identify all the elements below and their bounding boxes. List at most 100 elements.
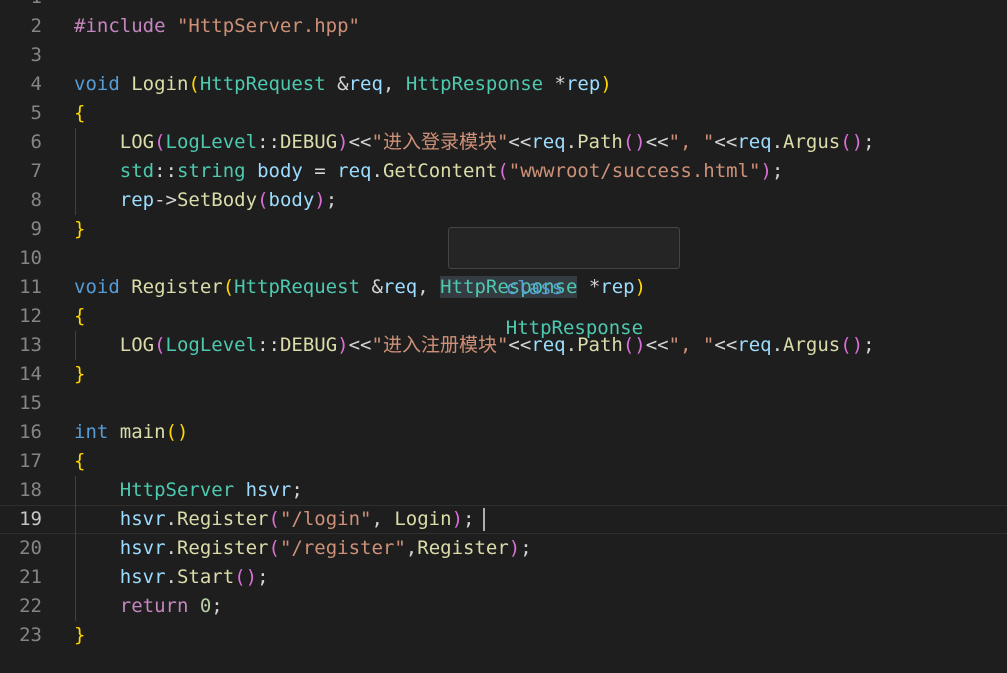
code-token: rep xyxy=(600,276,635,298)
code-token: ) xyxy=(337,334,349,356)
code-text[interactable]: } xyxy=(74,621,85,650)
code-token: . xyxy=(165,566,177,588)
code-token: ( xyxy=(268,508,280,530)
code-token: LOG xyxy=(119,131,155,153)
code-text[interactable]: { xyxy=(74,302,85,331)
code-line[interactable]: 2 #include "HttpServer.hpp" xyxy=(0,12,1007,41)
code-token: ( xyxy=(188,73,200,95)
text-cursor xyxy=(483,508,485,531)
code-token: req xyxy=(337,160,372,182)
code-token: string xyxy=(176,160,246,182)
code-token: hsvr xyxy=(119,537,166,559)
code-text[interactable]: { xyxy=(74,447,85,476)
code-line[interactable]: 3 xyxy=(0,41,1007,70)
code-token: "进入登录模块" xyxy=(371,131,509,153)
indent-guide xyxy=(75,476,76,621)
code-token: * xyxy=(577,276,601,298)
code-token: req xyxy=(348,73,383,95)
code-text[interactable]: int main() xyxy=(74,418,188,447)
code-token: #include xyxy=(74,15,177,37)
line-number: 16 xyxy=(19,421,42,443)
line-number: 20 xyxy=(19,537,42,559)
code-text[interactable]: hsvr.Start(); xyxy=(74,563,269,592)
code-token: ; xyxy=(257,566,269,588)
line-number: 19 xyxy=(19,508,42,530)
code-token: ( xyxy=(154,131,166,153)
code-token: ; xyxy=(863,334,875,356)
code-token: rep xyxy=(119,189,155,211)
code-token: () xyxy=(234,566,258,588)
code-text[interactable]: hsvr.Register("/login", Login); xyxy=(74,505,475,534)
line-number: 14 xyxy=(19,363,42,385)
code-line[interactable]: 21 hsvr.Start(); xyxy=(0,563,1007,592)
code-token: ( xyxy=(257,189,269,211)
code-token: void xyxy=(74,73,132,95)
code-editor[interactable]: 12#include "HttpServer.hpp"34void Login(… xyxy=(0,0,1007,673)
code-token: () xyxy=(840,131,864,153)
code-line[interactable]: 8 rep->SetBody(body); xyxy=(0,186,1007,215)
code-line[interactable]: 20 hsvr.Register("/register",Register); xyxy=(0,534,1007,563)
code-text[interactable]: hsvr.Register("/register",Register); xyxy=(74,534,532,563)
code-line[interactable]: 22 return 0; xyxy=(0,592,1007,621)
code-text[interactable]: std::string body = req.GetContent("wwwro… xyxy=(74,157,784,186)
code-line[interactable]: 7 std::string body = req.GetContent("www… xyxy=(0,157,1007,186)
code-token: ( xyxy=(222,276,235,298)
code-token: ", " xyxy=(668,131,715,153)
code-text[interactable]: } xyxy=(74,215,85,244)
code-token: , xyxy=(371,508,395,530)
code-token: HttpResponse xyxy=(405,73,544,95)
code-text[interactable]: LOG(LogLevel::DEBUG)<<"进入登录模块"<<req.Path… xyxy=(74,128,875,157)
code-line[interactable]: 15 xyxy=(0,389,1007,418)
code-text[interactable]: #include "HttpServer.hpp" xyxy=(74,12,360,41)
code-token: } xyxy=(74,624,86,646)
line-number: 11 xyxy=(19,276,42,298)
code-token: req xyxy=(382,276,418,298)
code-token: Register xyxy=(176,508,269,530)
code-token: hsvr xyxy=(245,479,292,501)
code-line[interactable]: 4 void Login(HttpRequest &req, HttpRespon… xyxy=(0,70,1007,99)
code-line[interactable]: 16 int main() xyxy=(0,418,1007,447)
code-line[interactable]: 5{ xyxy=(0,99,1007,128)
code-token: :: xyxy=(257,334,280,356)
code-line[interactable]: 19 hsvr.Register("/login", Login); xyxy=(0,505,1007,534)
code-text[interactable]: return 0; xyxy=(74,592,223,621)
code-text[interactable]: { xyxy=(74,99,85,128)
code-line[interactable]: 6 LOG(LogLevel::DEBUG)<<"进入登录模块"<<req.Pa… xyxy=(0,128,1007,157)
code-token: req xyxy=(737,334,772,356)
indent-guide xyxy=(75,331,76,360)
code-token: -> xyxy=(154,189,177,211)
code-text[interactable]: } xyxy=(74,360,85,389)
code-token: Register xyxy=(131,276,223,298)
code-token: } xyxy=(74,363,86,385)
code-text[interactable]: rep->SetBody(body); xyxy=(74,186,337,215)
code-token: ) xyxy=(451,508,464,530)
code-token: GetContent xyxy=(382,160,498,182)
code-token: req xyxy=(531,131,566,153)
code-token: ; xyxy=(211,595,223,617)
line-number: 5 xyxy=(30,102,42,124)
code-token: LogLevel xyxy=(165,131,258,153)
code-token: ) xyxy=(600,73,612,95)
code-line[interactable]: 18 HttpServer hsvr; xyxy=(0,476,1007,505)
code-line[interactable]: 1 xyxy=(0,0,1007,12)
code-text[interactable]: HttpServer hsvr; xyxy=(74,476,303,505)
code-token: ( xyxy=(154,334,166,356)
code-text[interactable]: void Login(HttpRequest &req, HttpRespons… xyxy=(74,70,612,99)
code-token: . xyxy=(371,160,383,182)
code-token: ; xyxy=(771,160,784,182)
code-token: Register xyxy=(417,537,509,559)
line-number: 1 xyxy=(0,0,42,12)
code-token: rep xyxy=(565,73,601,95)
code-token: body xyxy=(268,189,315,211)
code-line[interactable]: 14} xyxy=(0,360,1007,389)
code-token: ) xyxy=(760,160,772,182)
code-token: ; xyxy=(291,479,303,501)
code-token: Argus xyxy=(783,131,841,153)
code-line[interactable]: 17 { xyxy=(0,447,1007,476)
line-number: 12 xyxy=(19,305,42,327)
code-token: { xyxy=(74,305,86,327)
code-token: << xyxy=(348,131,372,153)
code-token: () xyxy=(840,334,864,356)
code-line[interactable]: 23} xyxy=(0,621,1007,650)
